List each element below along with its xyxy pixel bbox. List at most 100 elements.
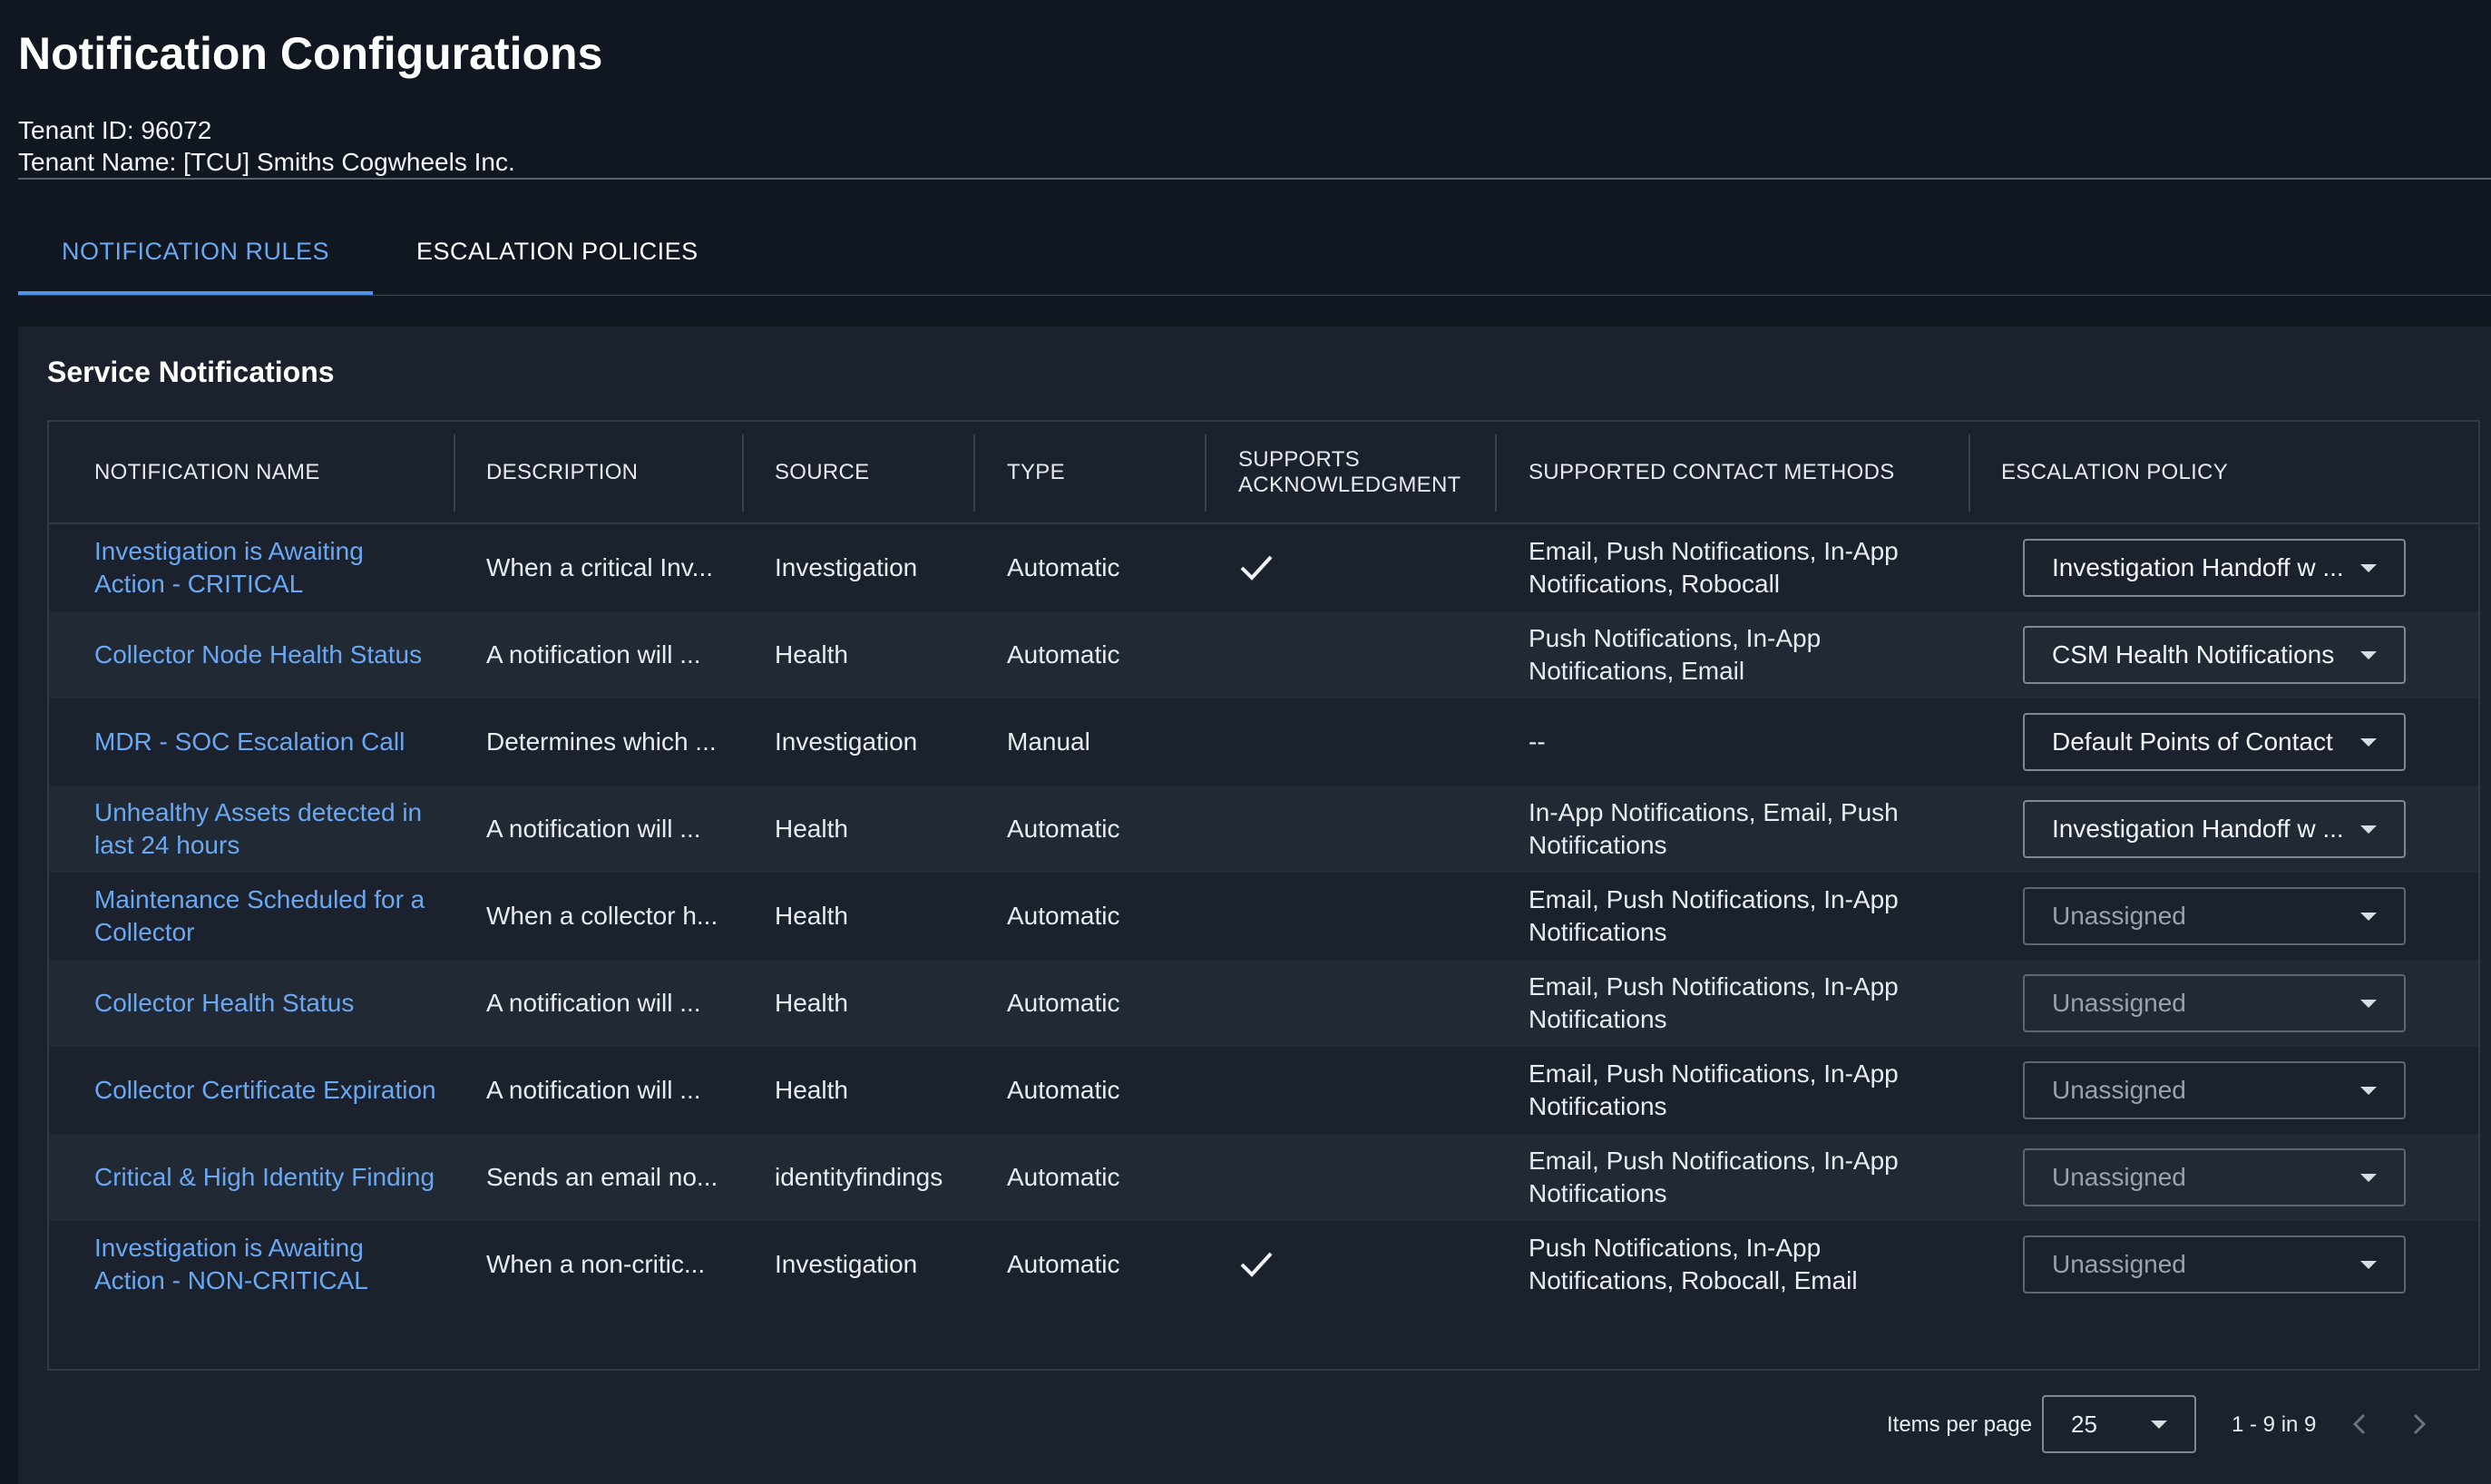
- description-cell: Determines which ...: [486, 727, 717, 756]
- notification-name-link[interactable]: Collector Health Status: [94, 960, 439, 1047]
- chevron-left-icon: [2352, 1413, 2366, 1435]
- column-header-type[interactable]: TYPE: [1007, 422, 1065, 522]
- description-cell: When a non-critic...: [486, 1250, 706, 1278]
- contact-methods-cell: Email, Push Notifications, In-App Notifi…: [1529, 885, 1899, 946]
- notification-name-link[interactable]: MDR - SOC Escalation Call: [94, 698, 439, 786]
- column-header-description[interactable]: DESCRIPTION: [486, 422, 638, 522]
- type-cell: Automatic: [1007, 553, 1120, 581]
- notification-name-link[interactable]: Maintenance Scheduled for a Collector: [94, 873, 439, 960]
- table-row: Collector Health Status A notification wi…: [49, 960, 2478, 1047]
- type-cell: Automatic: [1007, 815, 1120, 843]
- escalation-policy-value: CSM Health Notifications: [2052, 640, 2335, 669]
- previous-page-button[interactable]: [2342, 1406, 2379, 1442]
- type-cell: Automatic: [1007, 902, 1120, 930]
- tab-bar: NOTIFICATION RULES ESCALATION POLICIES: [18, 218, 742, 296]
- chevron-right-icon: [2413, 1413, 2427, 1435]
- notifications-table: NOTIFICATION NAME DESCRIPTION SOURCE TYP…: [47, 420, 2480, 1371]
- caret-down-icon: [2360, 738, 2377, 747]
- type-cell: Automatic: [1007, 1076, 1120, 1104]
- escalation-policy-select[interactable]: Default Points of Contact: [2023, 713, 2406, 771]
- source-cell: Health: [775, 902, 848, 930]
- contact-methods-cell: Email, Push Notifications, In-App Notifi…: [1529, 537, 1899, 598]
- tab-escalation-policies[interactable]: ESCALATION POLICIES: [373, 218, 742, 296]
- contact-methods-cell: Push Notifications, In-App Notifications…: [1529, 1234, 1858, 1294]
- column-header-contact-methods[interactable]: SUPPORTED CONTACT METHODS: [1529, 422, 1895, 522]
- source-cell: Investigation: [775, 1250, 918, 1278]
- escalation-policy-value: Unassigned: [2052, 989, 2186, 1017]
- column-resize-handle[interactable]: [454, 434, 455, 512]
- escalation-policy-value: Unassigned: [2052, 1250, 2186, 1278]
- tenant-name: Tenant Name: [TCU] Smiths Cogwheels Inc.: [18, 148, 515, 176]
- column-header-name[interactable]: NOTIFICATION NAME: [94, 422, 320, 522]
- escalation-policy-value: Investigation Handoff w ...: [2052, 815, 2344, 843]
- column-header-escalation-policy[interactable]: ESCALATION POLICY: [2001, 422, 2228, 522]
- table-row: Unhealthy Assets detected in last 24 hou…: [49, 786, 2478, 873]
- table-row: Collector Certificate Expiration A notifi…: [49, 1047, 2478, 1134]
- column-resize-handle[interactable]: [1968, 434, 1970, 512]
- caret-down-icon: [2360, 564, 2377, 572]
- notification-name-link[interactable]: Collector Node Health Status: [94, 611, 439, 698]
- description-cell: A notification will ...: [486, 640, 701, 669]
- source-cell: Health: [775, 989, 848, 1017]
- table-row: Investigation is Awaiting Action - CRITI…: [49, 524, 2478, 611]
- header-divider: [18, 178, 2491, 180]
- items-per-page-value: 25: [2071, 1410, 2097, 1438]
- notification-name-link[interactable]: Investigation is Awaiting Action - CRITI…: [94, 524, 439, 611]
- next-page-button[interactable]: [2400, 1406, 2437, 1442]
- escalation-policy-select[interactable]: Unassigned: [2023, 1061, 2406, 1119]
- escalation-policy-select[interactable]: Investigation Handoff w ...: [2023, 539, 2406, 597]
- caret-down-icon: [2151, 1421, 2167, 1429]
- panel-title: Service Notifications: [47, 356, 335, 388]
- description-cell: A notification will ...: [486, 815, 701, 843]
- escalation-policy-value: Default Points of Contact: [2052, 727, 2333, 756]
- column-resize-handle[interactable]: [742, 434, 744, 512]
- acknowledgment-cell: [1238, 873, 1474, 960]
- contact-methods-cell: Email, Push Notifications, In-App Notifi…: [1529, 1147, 1899, 1207]
- source-cell: Investigation: [775, 727, 918, 756]
- type-cell: Automatic: [1007, 989, 1120, 1017]
- acknowledgment-cell: [1238, 698, 1474, 786]
- escalation-policy-value: Unassigned: [2052, 902, 2186, 930]
- caret-down-icon: [2360, 651, 2377, 659]
- source-cell: Health: [775, 640, 848, 669]
- checkmark-icon: [1240, 1252, 1273, 1277]
- notification-name-link[interactable]: Critical & High Identity Finding: [94, 1134, 439, 1221]
- tenant-id: Tenant ID: 96072: [18, 116, 212, 144]
- source-cell: Health: [775, 815, 848, 843]
- source-cell: Investigation: [775, 553, 918, 581]
- source-cell: identityfindings: [775, 1163, 943, 1191]
- escalation-policy-select[interactable]: Unassigned: [2023, 887, 2406, 945]
- source-cell: Health: [775, 1076, 848, 1104]
- contact-methods-cell: Push Notifications, In-App Notifications…: [1529, 624, 1822, 685]
- service-notifications-panel: Service Notifications NOTIFICATION NAME …: [18, 327, 2491, 1484]
- escalation-policy-select[interactable]: Investigation Handoff w ...: [2023, 800, 2406, 858]
- tab-notification-rules[interactable]: NOTIFICATION RULES: [18, 218, 374, 296]
- checkmark-icon: [1240, 555, 1273, 581]
- column-resize-handle[interactable]: [1205, 434, 1206, 512]
- escalation-policy-select[interactable]: Unassigned: [2023, 974, 2406, 1032]
- acknowledgment-cell: [1238, 1221, 1474, 1308]
- type-cell: Automatic: [1007, 1163, 1120, 1191]
- contact-methods-cell: Email, Push Notifications, In-App Notifi…: [1529, 972, 1899, 1033]
- column-resize-handle[interactable]: [1495, 434, 1497, 512]
- acknowledgment-cell: [1238, 1134, 1474, 1221]
- escalation-policy-value: Unassigned: [2052, 1076, 2186, 1104]
- table-row: Critical & High Identity Finding Sends an…: [49, 1134, 2478, 1221]
- column-header-acknowledgment[interactable]: SUPPORTS ACKNOWLEDGMENT: [1238, 422, 1461, 522]
- table-row: Maintenance Scheduled for a Collector Whe…: [49, 873, 2478, 960]
- column-header-ack-line2: ACKNOWLEDGMENT: [1238, 472, 1461, 497]
- notification-name-link[interactable]: Unhealthy Assets detected in last 24 hou…: [94, 786, 439, 873]
- acknowledgment-cell: [1238, 960, 1474, 1047]
- column-header-source[interactable]: SOURCE: [775, 422, 869, 522]
- column-resize-handle[interactable]: [973, 434, 975, 512]
- escalation-policy-select[interactable]: Unassigned: [2023, 1148, 2406, 1206]
- escalation-policy-value: Investigation Handoff w ...: [2052, 553, 2344, 581]
- escalation-policy-select[interactable]: CSM Health Notifications: [2023, 626, 2406, 684]
- notification-name-link[interactable]: Investigation is Awaiting Action - NON-C…: [94, 1221, 439, 1308]
- page-title: Notification Configurations: [18, 28, 603, 79]
- items-per-page-select[interactable]: 25: [2042, 1395, 2196, 1453]
- items-per-page-label: Items per page: [1887, 1412, 2033, 1437]
- notification-name-link[interactable]: Collector Certificate Expiration: [94, 1047, 439, 1134]
- escalation-policy-select[interactable]: Unassigned: [2023, 1235, 2406, 1294]
- table-header: NOTIFICATION NAME DESCRIPTION SOURCE TYP…: [49, 422, 2478, 524]
